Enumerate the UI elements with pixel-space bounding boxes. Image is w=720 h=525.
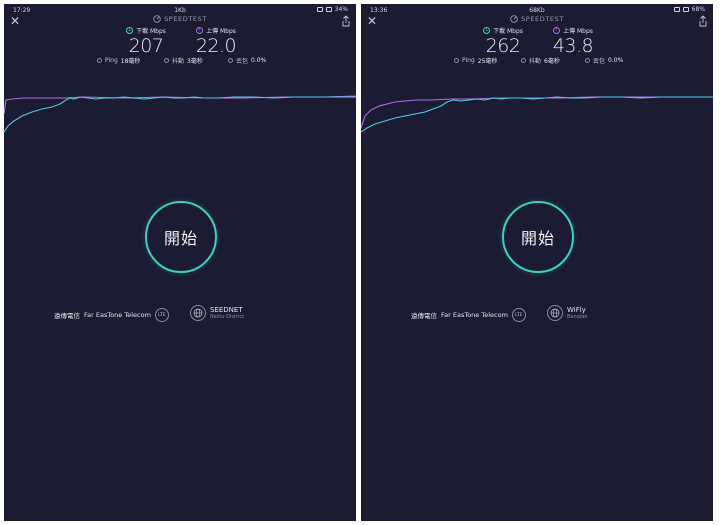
upload-label: 上傳 Mbps — [206, 28, 236, 35]
speedtest-logo-icon — [153, 15, 161, 23]
packet-loss-icon — [228, 58, 233, 63]
download-icon: ↓ — [483, 27, 491, 34]
download-label: 下載 Mbps — [136, 28, 166, 35]
brand-name: SPEEDTEST — [164, 15, 207, 23]
server-location: Neihu District — [210, 313, 245, 320]
packet-loss-icon — [585, 58, 590, 63]
jitter-stat: 抖動 6毫秒 — [521, 56, 560, 65]
globe-icon — [547, 305, 563, 321]
speed-graph — [361, 96, 713, 133]
download-speed-line — [4, 96, 356, 133]
server-location: Banqiao — [567, 313, 588, 320]
jitter-stat: 抖動 3毫秒 — [164, 56, 203, 65]
wifi-icon — [673, 7, 680, 12]
upload-speed-line — [361, 96, 713, 129]
status-network-speed: 1Kb — [174, 7, 186, 14]
upload-metric: ↑ 上傳 Mbps 43.8 — [538, 26, 608, 56]
battery-level: 68% — [691, 6, 705, 13]
carrier-info: 遠傳電信 Far EasTone Telecom LTE — [411, 308, 526, 322]
carrier-name: Far EasTone Telecom — [84, 311, 151, 319]
ping-stat: Ping 18毫秒 — [97, 56, 140, 65]
ping-stat: Ping 25毫秒 — [454, 56, 497, 65]
download-speed-line — [361, 96, 713, 133]
upload-icon: ↑ — [196, 27, 204, 34]
speedtest-screen-left: 17:29 1Kb 34% ✕ SPEEDTEST ↓ 下載 Mbps 207 ↑… — [4, 4, 356, 521]
ping-icon — [454, 58, 459, 63]
download-icon: ↓ — [126, 27, 134, 34]
upload-icon: ↑ — [553, 27, 561, 34]
lte-badge: LTE — [511, 308, 526, 322]
server-name: SEEDNET — [210, 305, 243, 314]
download-label: 下載 Mbps — [493, 28, 523, 35]
jitter-icon — [521, 58, 526, 63]
upload-label: 上傳 Mbps — [563, 28, 593, 35]
signal-icon — [682, 7, 689, 12]
upload-value: 22.0 — [195, 35, 237, 57]
speedtest-brand: SPEEDTEST — [4, 15, 356, 23]
status-icons: 68% — [673, 6, 705, 13]
download-metric: ↓ 下載 Mbps 262 — [468, 26, 538, 56]
status-icons: 34% — [316, 6, 348, 13]
carrier-name: Far EasTone Telecom — [441, 311, 508, 319]
server-name: WiFly — [567, 305, 586, 314]
server-selector[interactable]: SEEDNET Neihu District — [190, 305, 244, 321]
upload-metric: ↑ 上傳 Mbps 22.0 — [181, 26, 251, 56]
server-selector[interactable]: WiFly Banqiao — [547, 305, 587, 321]
jitter-icon — [164, 58, 169, 63]
battery-level: 34% — [334, 6, 348, 13]
status-network-speed: 68Kb — [529, 7, 545, 14]
brand-name: SPEEDTEST — [521, 15, 564, 23]
start-button[interactable]: 開始 — [502, 201, 574, 273]
packet-loss-stat: 丟包 0.0% — [585, 56, 623, 65]
download-value: 262 — [485, 35, 521, 57]
download-metric: ↓ 下載 Mbps 207 — [111, 26, 181, 56]
upload-value: 43.8 — [552, 35, 594, 57]
wifi-icon — [316, 7, 323, 12]
speedtest-screen-right: 13:36 68Kb 68% ✕ SPEEDTEST ↓ 下載 Mbps 262 … — [361, 4, 713, 521]
signal-icon — [325, 7, 332, 12]
packet-loss-stat: 丟包 0.0% — [228, 56, 266, 65]
lte-badge: LTE — [154, 308, 169, 322]
carrier-label: 遠傳電信 — [411, 312, 437, 320]
carrier-label: 遠傳電信 — [54, 312, 80, 320]
ping-icon — [97, 58, 102, 63]
speed-graph — [4, 95, 356, 133]
globe-icon — [190, 305, 206, 321]
start-button[interactable]: 開始 — [145, 201, 217, 273]
speedtest-logo-icon — [510, 15, 518, 23]
download-value: 207 — [128, 35, 164, 57]
speedtest-brand: SPEEDTEST — [361, 15, 713, 23]
carrier-info: 遠傳電信 Far EasTone Telecom LTE — [54, 308, 169, 322]
